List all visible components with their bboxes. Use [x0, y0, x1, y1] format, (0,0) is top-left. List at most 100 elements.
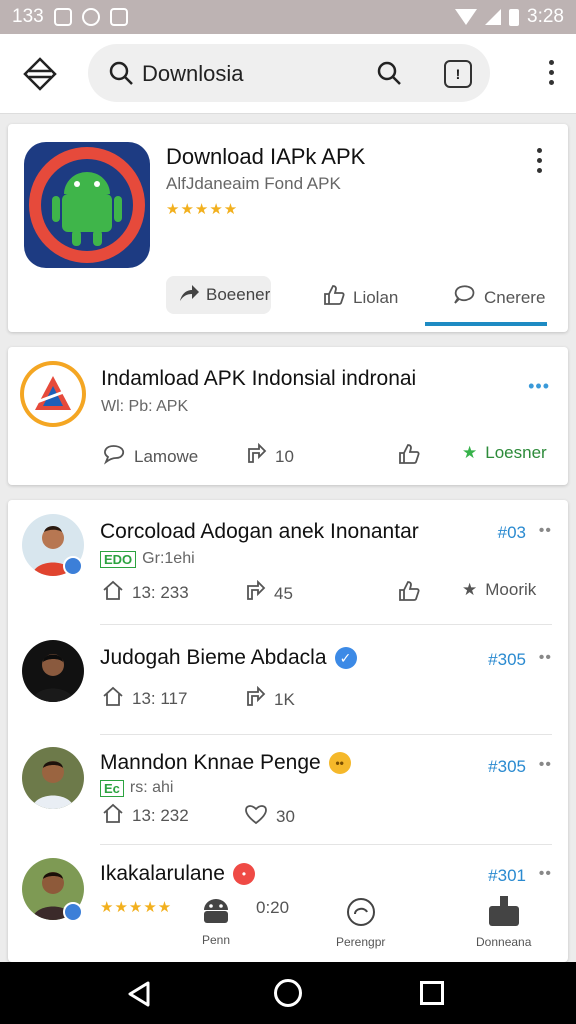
verified-icon: ✓ — [334, 647, 357, 669]
likes-stat[interactable]: 30 — [244, 803, 295, 830]
bottom-tab-bar: Penn Perengpr Donneana — [170, 890, 576, 960]
views-stat[interactable]: 13: 232 — [102, 803, 189, 828]
indonesia-logo-icon — [20, 361, 86, 427]
like-button[interactable] — [398, 443, 420, 470]
views-stat[interactable]: 13: 233 — [102, 580, 189, 605]
home-button-icon[interactable] — [274, 979, 302, 1007]
comment-button[interactable]: Cnerere — [452, 284, 545, 311]
post-tag[interactable]: #03 — [498, 523, 526, 543]
card-subtitle: Wl: Pb: APK — [101, 398, 189, 415]
post-author-name[interactable]: Manndon Knnae Penge •• — [100, 751, 351, 775]
verified-badge-icon — [63, 556, 83, 576]
share-button[interactable]: Boeener — [166, 276, 271, 314]
download-card[interactable]: Indamload APK Indonsial indronai Wl: Pb:… — [8, 347, 568, 485]
overflow-menu-icon[interactable] — [549, 60, 554, 85]
thumbs-up-icon — [323, 284, 345, 311]
rating-stars: ★★★★★ — [166, 201, 239, 218]
repost-icon — [244, 579, 266, 607]
tab-label: Perengpr — [336, 935, 386, 949]
like-button[interactable]: Liolan — [323, 284, 398, 311]
home-icon — [102, 803, 124, 828]
post-author-name[interactable]: Ikakalarulane • — [100, 862, 255, 886]
emoji-icon: • — [232, 863, 255, 885]
post-tag[interactable]: #305 — [488, 757, 526, 777]
more-button[interactable]: ★ Moorik — [462, 580, 536, 600]
tab-donneana[interactable]: Donneana — [476, 894, 531, 949]
notification-icon — [81, 8, 100, 26]
post-meta-text: Gr:1ehi — [142, 550, 195, 567]
favorite-button[interactable]: ★ Loesner — [462, 443, 547, 463]
more-label: Moorik — [485, 580, 537, 599]
favorite-label: Loesner — [485, 443, 547, 462]
featured-app-card[interactable]: Download IAPk APK AlfJdaneaim Fond APK ★… — [8, 124, 568, 332]
shares-count: 45 — [274, 583, 293, 603]
app-title[interactable]: Download IAPk APK — [166, 144, 365, 170]
post-title: Judogah Bieme Abdacla — [100, 646, 327, 669]
tab-label: Donneana — [476, 935, 532, 949]
status-time-left: 133 — [12, 6, 44, 27]
home-icon — [102, 686, 124, 711]
avatar[interactable] — [22, 640, 84, 702]
shares-stat[interactable]: 1K — [244, 685, 295, 713]
tab-label: Penn — [201, 933, 231, 947]
heart-icon — [244, 803, 268, 830]
comment-label: Lamowe — [134, 446, 199, 466]
post-meta-text: rs: ahi — [129, 779, 174, 796]
search-submit-icon[interactable] — [376, 60, 402, 91]
post-meta: EDO Gr:1ehi — [100, 550, 195, 568]
thumbs-up-icon — [398, 580, 420, 607]
post-title: Ikakalarulane — [100, 862, 225, 885]
verified-badge-icon — [63, 902, 83, 922]
like-button[interactable] — [398, 580, 420, 607]
recent-apps-icon[interactable] — [420, 981, 444, 1005]
avatar[interactable] — [22, 747, 84, 809]
info-box-icon[interactable]: ! — [444, 60, 472, 88]
more-options-icon[interactable]: •• — [539, 865, 552, 883]
more-options-icon[interactable]: ••• — [528, 376, 550, 397]
views-stat[interactable]: 13: 117 — [102, 686, 187, 711]
share-count: 10 — [275, 446, 294, 466]
search-bar[interactable]: Downlosia ! — [88, 44, 490, 102]
back-icon[interactable] — [126, 980, 152, 1013]
notification-icon — [53, 8, 72, 26]
comment-button[interactable]: Lamowe — [102, 443, 198, 470]
more-options-icon[interactable]: •• — [539, 756, 552, 774]
shares-stat[interactable]: 45 — [244, 579, 293, 607]
status-right: 3:28 — [455, 6, 564, 28]
post-tag[interactable]: #301 — [488, 866, 526, 886]
divider — [100, 734, 552, 735]
repost-icon — [244, 685, 266, 713]
tab-penn[interactable]: Penn — [198, 896, 234, 947]
search-input[interactable]: Downlosia — [142, 61, 244, 87]
post-title: Corcoload Adogan anek Inonantar — [100, 520, 419, 543]
tab-perengpr[interactable]: Perengpr — [336, 896, 385, 949]
post-author-name[interactable]: Judogah Bieme Abdacla ✓ — [100, 646, 357, 670]
android-app-icon — [24, 142, 150, 268]
app-subtitle: AlfJdaneaim Fond APK — [166, 174, 341, 193]
system-nav-bar — [0, 962, 576, 1024]
share-button[interactable]: 10 — [245, 442, 294, 470]
battery-icon — [509, 8, 520, 26]
share-label: Boeener — [206, 285, 271, 304]
more-options-icon[interactable]: •• — [539, 649, 552, 667]
refresh-icon — [345, 896, 377, 931]
app-logo-icon[interactable] — [20, 54, 60, 94]
search-icon — [108, 60, 134, 91]
views-count: 13: 117 — [132, 688, 188, 708]
star-icon: ★ — [462, 443, 478, 462]
card-menu-icon[interactable] — [537, 148, 542, 173]
post-title: Manndon Knnae Penge — [100, 751, 321, 774]
comment-icon — [102, 443, 126, 470]
status-time-right: 3:28 — [527, 6, 564, 27]
top-app-bar: Downlosia ! — [0, 34, 576, 114]
share-arrow-icon — [178, 283, 200, 308]
more-options-icon[interactable]: •• — [539, 522, 552, 540]
active-tab-indicator — [425, 322, 547, 326]
card-title[interactable]: Indamload APK Indonsial indronai — [101, 367, 416, 391]
post-tag[interactable]: #305 — [488, 650, 526, 670]
post-author-name[interactable]: Corcoload Adogan anek Inonantar — [100, 520, 419, 544]
wifi-icon — [455, 9, 478, 25]
notification-icon — [109, 8, 128, 26]
views-count: 13: 232 — [132, 805, 189, 825]
divider — [100, 844, 552, 845]
